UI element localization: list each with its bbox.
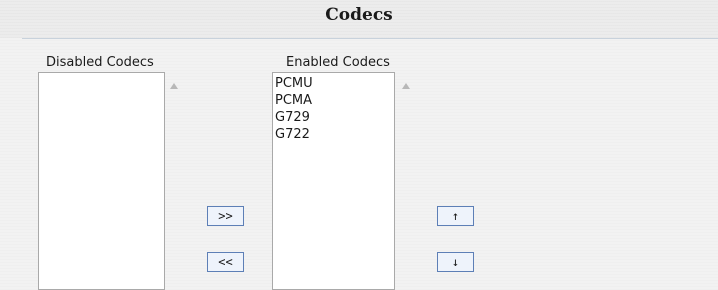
disabled-codecs-label: Disabled Codecs (46, 55, 154, 70)
enabled-list-scroll-up-icon[interactable] (402, 83, 410, 89)
enable-codec-button[interactable]: >> (207, 206, 244, 226)
disable-codec-button[interactable]: << (207, 252, 244, 272)
enabled-codecs-items: PCMU PCMA G729 G722 (275, 75, 313, 143)
codec-option[interactable]: PCMA (275, 92, 313, 109)
disabled-list-scroll-up-icon[interactable] (170, 83, 178, 89)
section-title: Codecs (325, 5, 393, 25)
disabled-codecs-list[interactable] (38, 72, 165, 290)
codec-option[interactable]: G729 (275, 109, 313, 126)
enabled-codecs-list[interactable]: PCMU PCMA G729 G722 (272, 72, 395, 290)
move-down-button[interactable]: ↓ (437, 252, 474, 272)
header-divider (22, 38, 718, 39)
codec-option[interactable]: G722 (275, 126, 313, 143)
enabled-codecs-label: Enabled Codecs (286, 55, 390, 70)
codec-option[interactable]: PCMU (275, 75, 313, 92)
move-up-button[interactable]: ↑ (437, 206, 474, 226)
